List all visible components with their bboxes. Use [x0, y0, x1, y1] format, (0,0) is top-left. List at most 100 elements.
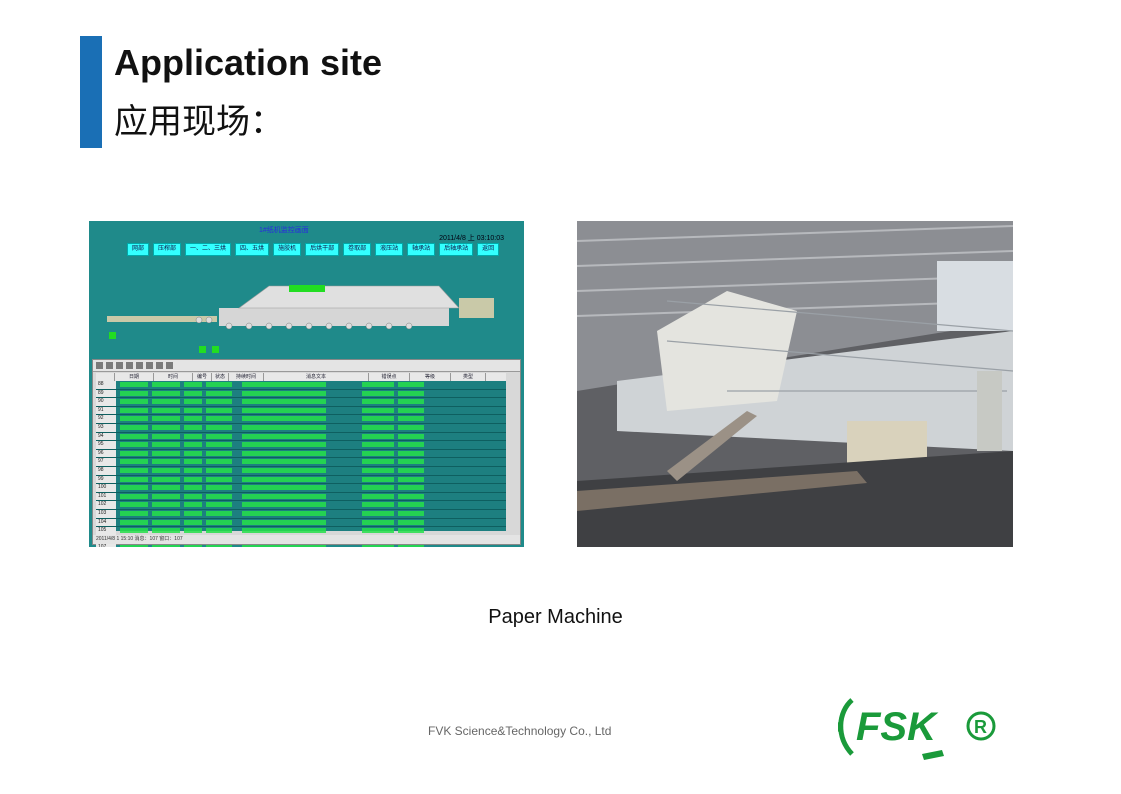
toolbar-icon[interactable] — [146, 362, 153, 369]
table-cell — [398, 493, 424, 499]
table-cell — [398, 467, 424, 473]
table-cell — [206, 545, 232, 547]
scada-tab[interactable]: 卷取部 — [343, 243, 372, 256]
table-cell — [242, 442, 326, 448]
scada-tab[interactable]: 后轴承站 — [439, 243, 474, 256]
scada-tab[interactable]: 网部 — [127, 243, 150, 256]
row-number: 95 — [96, 441, 116, 449]
table-cell — [194, 459, 202, 465]
table-cell — [326, 528, 358, 533]
scada-tab[interactable]: 压榨部 — [153, 243, 182, 256]
table-cell — [398, 485, 424, 491]
table-cell — [206, 510, 232, 516]
row-number: 97 — [96, 458, 116, 466]
table-cell — [242, 485, 326, 491]
table-cell — [326, 502, 358, 507]
table-cell — [242, 399, 326, 405]
toolbar-icon[interactable] — [96, 362, 103, 369]
toolbar-icon[interactable] — [166, 362, 173, 369]
table-cell — [206, 467, 232, 473]
row-number: 98 — [96, 466, 116, 475]
table-cell — [184, 450, 194, 456]
table-cell — [326, 520, 358, 525]
table-cell — [362, 442, 394, 448]
scada-tab[interactable]: 四、五烘 — [235, 243, 270, 256]
table-cell — [120, 390, 148, 396]
table-cell — [362, 382, 394, 387]
table-cell — [362, 467, 394, 473]
scada-clock: 2011/4/8 上 03:10:03 — [439, 235, 504, 242]
scada-tab[interactable]: 一、二、三烘 — [185, 243, 232, 256]
table-cell — [206, 399, 232, 405]
table-cell — [398, 382, 424, 387]
table-cell — [184, 416, 194, 422]
alarm-table-body: 88 89 90 91 92 93 94 95 96 97 98 99 100 101 102 103 104 1… — [96, 381, 506, 547]
table-cell — [362, 407, 394, 413]
toolbar-icon[interactable] — [106, 362, 113, 369]
scada-tab[interactable]: 液压站 — [375, 243, 404, 256]
table-cell — [206, 485, 232, 491]
table-cell — [120, 442, 148, 448]
table-cell — [362, 424, 394, 430]
table-cell — [194, 433, 202, 439]
table-header-cell: 状态 — [212, 373, 229, 381]
table-row: 90 — [96, 398, 506, 407]
table-cell — [120, 493, 148, 499]
table-cell — [184, 459, 194, 465]
table-cell — [206, 450, 232, 456]
table-row: 107 — [96, 544, 506, 547]
table-cell — [194, 424, 202, 430]
table-cell — [326, 399, 358, 404]
table-cell — [184, 399, 194, 405]
table-row: 101 — [96, 492, 506, 502]
table-cell — [152, 416, 180, 422]
scada-tab[interactable]: 后烘干部 — [305, 243, 340, 256]
table-cell — [194, 476, 202, 482]
table-cell — [242, 519, 326, 525]
table-cell — [326, 451, 358, 456]
alarm-toolbar — [93, 360, 520, 372]
table-cell — [242, 502, 326, 508]
table-row: 94 — [96, 432, 506, 442]
table-row: 99 — [96, 475, 506, 485]
toolbar-icon[interactable] — [136, 362, 143, 369]
table-row: 95 — [96, 441, 506, 450]
table-cell — [206, 519, 232, 525]
table-cell — [184, 519, 194, 525]
table-cell — [120, 407, 148, 413]
table-cell — [120, 476, 148, 482]
table-cell — [206, 476, 232, 482]
svg-text:R: R — [974, 717, 987, 737]
table-cell — [326, 468, 358, 473]
table-cell — [362, 493, 394, 499]
title-accent-bar — [80, 36, 102, 148]
scada-tab[interactable]: 轴承站 — [407, 243, 436, 256]
toolbar-icon[interactable] — [116, 362, 123, 369]
table-cell — [398, 450, 424, 456]
table-cell — [362, 450, 394, 456]
table-cell — [120, 433, 148, 439]
row-number: 91 — [96, 406, 116, 415]
table-cell — [152, 407, 180, 413]
table-cell — [242, 476, 326, 482]
table-cell — [184, 545, 194, 547]
table-cell — [152, 510, 180, 516]
table-cell — [120, 450, 148, 456]
table-header-cell: 编号 — [193, 373, 212, 381]
table-cell — [362, 433, 394, 439]
table-cell — [362, 485, 394, 491]
table-cell — [242, 510, 326, 516]
table-cell — [194, 528, 202, 534]
scada-tab[interactable]: 施胶机 — [273, 243, 302, 256]
toolbar-icon[interactable] — [156, 362, 163, 369]
table-cell — [362, 519, 394, 525]
table-cell — [242, 407, 326, 413]
table-cell — [326, 459, 358, 464]
table-cell — [184, 476, 194, 482]
table-cell — [242, 459, 326, 465]
table-cell — [362, 459, 394, 465]
toolbar-icon[interactable] — [126, 362, 133, 369]
table-cell — [152, 528, 180, 534]
table-cell — [242, 433, 326, 439]
scada-tab[interactable]: 返回 — [477, 243, 500, 256]
